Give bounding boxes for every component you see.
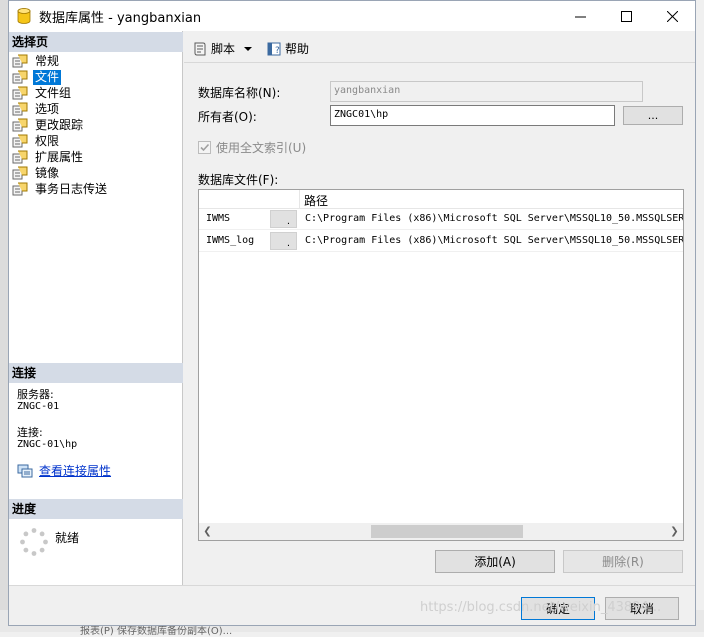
file-options-button[interactable]: .: [270, 232, 297, 250]
owner-field[interactable]: ZNGC01\hp: [330, 105, 615, 126]
sidebar-item-label: 文件: [33, 69, 62, 85]
page-icon: [12, 86, 28, 100]
connection-value: ZNGC-01\hp: [17, 439, 78, 450]
window-title: 数据库属性 - yangbanxian: [39, 10, 202, 26]
connection-properties-icon: [17, 464, 33, 477]
table-row[interactable]: IWMS_log . C:\Program Files (x86)\Micros…: [199, 231, 683, 252]
page-icon: [12, 182, 28, 196]
file-name-cell[interactable]: IWMS_log: [206, 235, 254, 246]
sidebar-item-label: 镜像: [35, 165, 60, 180]
select-page-header: 选择页: [9, 32, 183, 52]
fulltext-label: 使用全文索引(U): [216, 141, 307, 155]
help-label: 帮助: [285, 42, 310, 56]
progress-block: 就绪: [19, 527, 79, 557]
connection-info: 服务器: ZNGC-01 连接: ZNGC-01\hp: [17, 389, 77, 451]
fulltext-checkbox-row[interactable]: 使用全文索引(U): [198, 139, 306, 156]
sidebar-item[interactable]: 选项: [12, 101, 109, 117]
sidebar-item-label: 权限: [35, 133, 60, 148]
help-icon: ?: [267, 42, 281, 56]
sidebar-item[interactable]: 镜像: [12, 165, 109, 181]
check-icon: [200, 143, 210, 152]
sidebar-item[interactable]: 扩展属性: [12, 149, 109, 165]
header-divider: [299, 190, 300, 209]
page-icon: [12, 166, 28, 180]
files-page: 数据库名称(N): yangbanxian 所有者(O): ZNGC01\hp …: [184, 63, 695, 585]
scroll-right-icon[interactable]: ❯: [666, 523, 683, 540]
db-name-label: 数据库名称(N):: [198, 86, 281, 100]
db-name-field: yangbanxian: [330, 81, 643, 102]
table-row[interactable]: IWMS . C:\Program Files (x86)\Microsoft …: [199, 209, 683, 230]
script-button[interactable]: 脚本: [192, 40, 256, 57]
watermark: https://blog.csdn.net/weixin_43894...: [420, 600, 662, 615]
page-icon: [12, 102, 28, 116]
maximize-icon: [620, 10, 632, 22]
file-path-cell[interactable]: C:\Program Files (x86)\Microsoft SQL Ser…: [305, 213, 683, 224]
owner-label: 所有者(O):: [198, 110, 257, 124]
script-icon: [194, 42, 206, 55]
server-value: ZNGC-01: [17, 401, 60, 412]
sidebar-item[interactable]: 文件: [12, 69, 109, 85]
files-label: 数据库文件(F):: [198, 173, 279, 187]
file-name-cell[interactable]: IWMS: [206, 213, 230, 224]
spinner-icon: [20, 528, 48, 556]
owner-browse-button[interactable]: ...: [623, 106, 683, 125]
sidebar-item[interactable]: 常规: [12, 53, 109, 69]
sidebar-item-label: 常规: [35, 53, 60, 68]
sidebar-item-label: 更改跟踪: [35, 117, 84, 132]
remove-button[interactable]: 删除(R): [563, 550, 683, 573]
minimize-button[interactable]: [557, 1, 603, 31]
minimize-icon: [574, 16, 586, 17]
left-panel: 选择页 常规 文件 文件组 选项 更改跟踪 权限 扩展属性 镜像 事务日志传送 连接 服务器: …: [9, 31, 183, 585]
column-header-path[interactable]: 路径: [304, 192, 328, 209]
sidebar-item-label: 事务日志传送: [35, 181, 108, 196]
grid-header: 路径: [199, 190, 683, 209]
database-properties-dialog: 数据库属性 - yangbanxian 选择页 常规 文件 文件组 选项 更改跟踪 权限扩…: [8, 0, 696, 626]
file-options-button[interactable]: .: [270, 210, 297, 228]
page-icon: [12, 118, 28, 132]
maximize-button[interactable]: [603, 1, 649, 31]
database-icon: [17, 8, 31, 24]
sidebar-item[interactable]: 事务日志传送: [12, 181, 109, 197]
sidebar-item-label: 选项: [35, 101, 60, 116]
file-path-cell[interactable]: C:\Program Files (x86)\Microsoft SQL Ser…: [305, 235, 683, 246]
connection-header: 连接: [9, 363, 183, 383]
script-label: 脚本: [211, 42, 236, 56]
sidebar-item[interactable]: 权限: [12, 133, 109, 149]
page-icon: [12, 54, 28, 68]
progress-status: 就绪: [55, 531, 80, 545]
database-files-grid: 路径 IWMS . C:\Program Files (x86)\Microso…: [198, 189, 684, 541]
page-list: 常规 文件 文件组 选项 更改跟踪 权限 扩展属性 镜像 事务日志传送: [12, 53, 109, 197]
sidebar-item[interactable]: 更改跟踪: [12, 117, 109, 133]
page-icon: [12, 150, 28, 164]
add-button[interactable]: 添加(A): [435, 550, 555, 573]
toolbar: 脚本 ? 帮助: [184, 35, 695, 62]
horizontal-scrollbar[interactable]: ❮ ❯: [199, 523, 683, 540]
close-icon: [666, 10, 678, 22]
page-icon: [12, 70, 28, 84]
scroll-left-icon[interactable]: ❮: [199, 523, 216, 540]
help-button[interactable]: ? 帮助: [266, 40, 309, 57]
progress-header: 进度: [9, 499, 183, 519]
view-connection-properties[interactable]: 查看连接属性: [17, 462, 111, 479]
sidebar-item-label: 文件组: [35, 85, 72, 100]
page-icon: [12, 134, 28, 148]
sidebar-item-label: 扩展属性: [35, 149, 84, 164]
svg-text:?: ?: [275, 46, 280, 56]
chevron-down-icon: [244, 46, 253, 51]
view-connection-properties-link[interactable]: 查看连接属性: [39, 462, 111, 479]
server-label: 服务器:: [17, 388, 54, 401]
fulltext-checkbox[interactable]: [198, 141, 211, 154]
scrollbar-thumb[interactable]: [371, 525, 523, 538]
background-left-strip: [0, 0, 8, 632]
connection-label: 连接:: [17, 426, 43, 439]
close-button[interactable]: [649, 1, 695, 31]
sidebar-item[interactable]: 文件组: [12, 85, 109, 101]
title-bar: 数据库属性 - yangbanxian: [9, 1, 695, 31]
